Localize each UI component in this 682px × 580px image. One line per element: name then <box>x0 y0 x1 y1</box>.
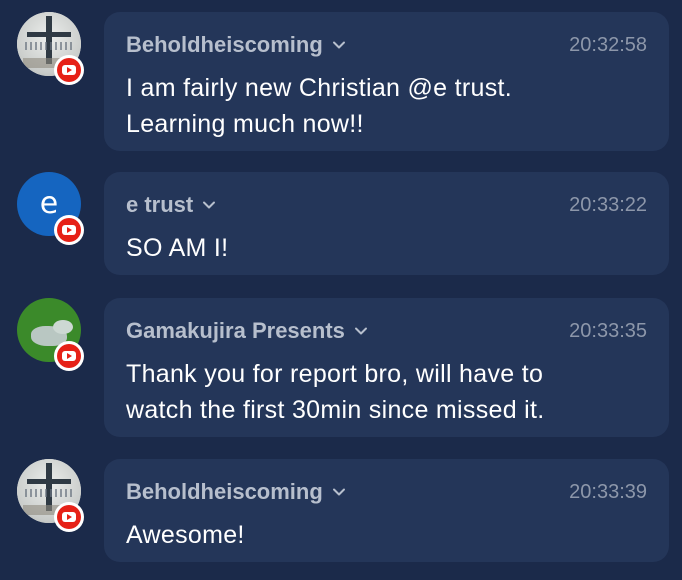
youtube-icon <box>54 341 84 371</box>
message-text: SO AM I! <box>126 230 647 266</box>
chevron-down-icon <box>332 488 345 496</box>
avatar[interactable]: e <box>17 172 84 245</box>
message-bubble: e trust 20:33:22 SO AM I! <box>104 172 669 275</box>
youtube-icon <box>54 55 84 85</box>
message-line: SO AM I! <box>126 234 229 262</box>
message-line: Learning much now!! <box>126 110 364 138</box>
message-text: I am fairly new Christian @e trust. Lear… <box>126 70 647 142</box>
message-text: Awesome! <box>126 517 647 553</box>
chevron-down-icon <box>332 41 345 49</box>
author-menu[interactable]: Beholdheiscoming <box>126 32 347 58</box>
message-bubble: Beholdheiscoming 20:32:58 I am fairly ne… <box>104 12 669 151</box>
timestamp: 20:32:58 <box>569 34 647 56</box>
chevron-down-icon <box>354 327 367 335</box>
avatar[interactable] <box>17 459 84 532</box>
author-menu[interactable]: Gamakujira Presents <box>126 318 369 344</box>
message-line: Thank you for report bro, will have to <box>126 360 544 388</box>
author-name: Beholdheiscoming <box>126 32 323 57</box>
chevron-down-icon <box>203 201 216 209</box>
author-menu[interactable]: Beholdheiscoming <box>126 479 347 505</box>
timestamp: 20:33:39 <box>569 481 647 503</box>
timestamp: 20:33:22 <box>569 194 647 216</box>
author-name: e trust <box>126 192 194 217</box>
author-name: Beholdheiscoming <box>126 479 323 504</box>
message-line: I am fairly new Christian @e trust. <box>126 74 512 102</box>
message-line: watch the first 30min since missed it. <box>126 396 545 424</box>
message-bubble: Gamakujira Presents 20:33:35 Thank you f… <box>104 298 669 437</box>
author-name: Gamakujira Presents <box>126 318 345 343</box>
timestamp: 20:33:35 <box>569 320 647 342</box>
avatar[interactable] <box>17 298 84 371</box>
avatar[interactable] <box>17 12 84 85</box>
youtube-icon <box>54 502 84 532</box>
youtube-icon <box>54 215 84 245</box>
message-bubble: Beholdheiscoming 20:33:39 Awesome! <box>104 459 669 562</box>
message-line: Awesome! <box>126 521 245 549</box>
author-menu[interactable]: e trust <box>126 192 217 218</box>
message-text: Thank you for report bro, will have to w… <box>126 356 647 428</box>
